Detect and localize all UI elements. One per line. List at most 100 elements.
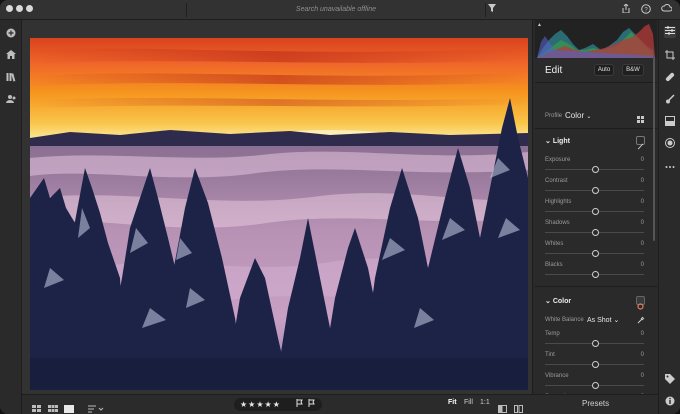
flag-pick-icon[interactable] [296, 398, 303, 411]
slider-label: Tint [545, 352, 555, 358]
divider [535, 286, 657, 287]
slider-thumb[interactable] [591, 340, 599, 347]
cloud-icon[interactable] [660, 3, 672, 16]
bw-button[interactable]: B&W [622, 64, 644, 76]
before-after-icon[interactable] [514, 400, 523, 414]
slider-value[interactable]: 0 [641, 352, 644, 358]
rating-stars[interactable]: ★★★★★ [234, 398, 322, 411]
title-bar: Search unavailable offline ? [0, 0, 680, 20]
slider-track[interactable] [545, 208, 644, 215]
chevron-down-icon: ⌄ [545, 138, 551, 145]
slider-track[interactable] [545, 229, 644, 236]
slider-label: Temp [545, 331, 560, 337]
slider-track[interactable] [545, 361, 644, 368]
slider-value[interactable]: 0 [641, 199, 644, 205]
white-balance-value: As Shot [587, 317, 612, 324]
tone-curve-icon[interactable] [636, 136, 645, 150]
white-balance-label: White Balance [545, 317, 584, 323]
one-to-one-button[interactable]: 1:1 [480, 399, 490, 406]
filter-icon[interactable] [486, 4, 498, 16]
slider-label: Vibrance [545, 373, 569, 379]
linear-gradient-icon[interactable] [664, 116, 676, 128]
share-icon[interactable] [620, 3, 632, 16]
color-mixer-icon[interactable] [636, 296, 645, 310]
slider-thumb[interactable] [591, 271, 599, 278]
app-window: Search unavailable offline ? ▲ Edit Auto… [0, 0, 680, 414]
sort-icon[interactable] [88, 400, 104, 414]
healing-icon[interactable] [664, 72, 676, 84]
profile-dropdown[interactable]: Color ⌄ [565, 111, 591, 120]
people-icon[interactable] [5, 94, 17, 106]
slider-value[interactable]: 0 [641, 373, 644, 379]
slider-value[interactable]: 0 [641, 220, 644, 226]
zoom-window-button[interactable] [26, 5, 33, 12]
slider-track[interactable] [545, 271, 644, 278]
color-section-header[interactable]: ⌄ Color [545, 297, 571, 305]
slider-thumb[interactable] [591, 382, 599, 389]
chevron-down-icon: ⌄ [613, 317, 620, 324]
compare-icon[interactable] [498, 400, 507, 414]
slider-value[interactable]: 0 [641, 157, 644, 163]
light-section-header[interactable]: ⌄ Light [545, 137, 570, 145]
detail-view-icon[interactable] [64, 400, 74, 414]
tag-icon[interactable] [664, 374, 676, 386]
slider-track[interactable] [545, 187, 644, 194]
home-icon[interactable] [5, 50, 17, 62]
fill-button[interactable]: Fill [464, 399, 473, 406]
brush-icon[interactable] [664, 94, 676, 106]
star-rating[interactable]: ★★★★★ [240, 400, 281, 409]
sunset-forest-photo[interactable] [30, 38, 528, 390]
crop-icon[interactable] [664, 50, 676, 62]
search-input[interactable]: Search unavailable offline [186, 3, 486, 17]
white-balance-dropdown[interactable]: As Shot ⌄ [587, 316, 619, 324]
chevron-down-icon: ⌄ [586, 114, 592, 120]
flag-reject-icon[interactable] [308, 398, 315, 411]
slider-label: Contrast [545, 178, 568, 184]
slider-value[interactable]: 0 [641, 241, 644, 247]
slider-thumb[interactable] [591, 229, 599, 236]
minimize-window-button[interactable] [16, 5, 23, 12]
left-rail [0, 20, 22, 414]
square-grid-icon[interactable] [32, 400, 42, 414]
slider-value[interactable]: 0 [641, 331, 644, 337]
right-rail [658, 20, 680, 414]
eyedropper-icon[interactable] [637, 316, 645, 326]
library-icon[interactable] [5, 72, 17, 84]
more-icon[interactable] [664, 160, 676, 172]
slider-thumb[interactable] [591, 208, 599, 215]
adjust-icon[interactable] [664, 26, 676, 38]
slider-label: Shadows [545, 220, 570, 226]
slider-value[interactable]: 0 [641, 262, 644, 268]
slider-thumb[interactable] [591, 166, 599, 173]
color-heading: Color [552, 298, 572, 305]
slider-track[interactable] [545, 250, 644, 257]
bottom-toolbar: ★★★★★ Fit Fill 1:1 Presets [22, 394, 658, 414]
add-photos-icon[interactable] [5, 28, 17, 40]
slider-label: Highlights [545, 199, 572, 205]
profile-label: Profile [545, 113, 563, 119]
profile-browser-icon[interactable] [637, 111, 645, 129]
chevron-down-icon: ⌄ [545, 298, 551, 305]
profile-value: Color [565, 111, 585, 120]
fit-button[interactable]: Fit [448, 399, 457, 406]
slider-value[interactable]: 0 [641, 178, 644, 184]
panel-scrollbar[interactable] [653, 56, 655, 241]
shadow-clip-icon[interactable]: ▲ [537, 22, 542, 28]
slider-track[interactable] [545, 382, 644, 389]
help-icon[interactable]: ? [640, 4, 652, 16]
slider-thumb[interactable] [591, 250, 599, 257]
divider [535, 82, 657, 83]
slider-track[interactable] [545, 340, 644, 347]
slider-track[interactable] [545, 166, 644, 173]
auto-button[interactable]: Auto [594, 64, 614, 76]
edit-panel: ▲ Edit Auto B&W Profile Color ⌄ ⌄ Light … [532, 20, 658, 410]
slider-label: Blacks [545, 262, 563, 268]
radial-gradient-icon[interactable] [664, 138, 676, 150]
presets-button[interactable]: Presets [582, 399, 609, 408]
edit-title: Edit [545, 65, 563, 76]
close-window-button[interactable] [6, 5, 13, 12]
slider-thumb[interactable] [591, 187, 599, 194]
photo-grid-icon[interactable] [48, 400, 58, 414]
info-icon[interactable] [664, 396, 676, 408]
slider-thumb[interactable] [591, 361, 599, 368]
